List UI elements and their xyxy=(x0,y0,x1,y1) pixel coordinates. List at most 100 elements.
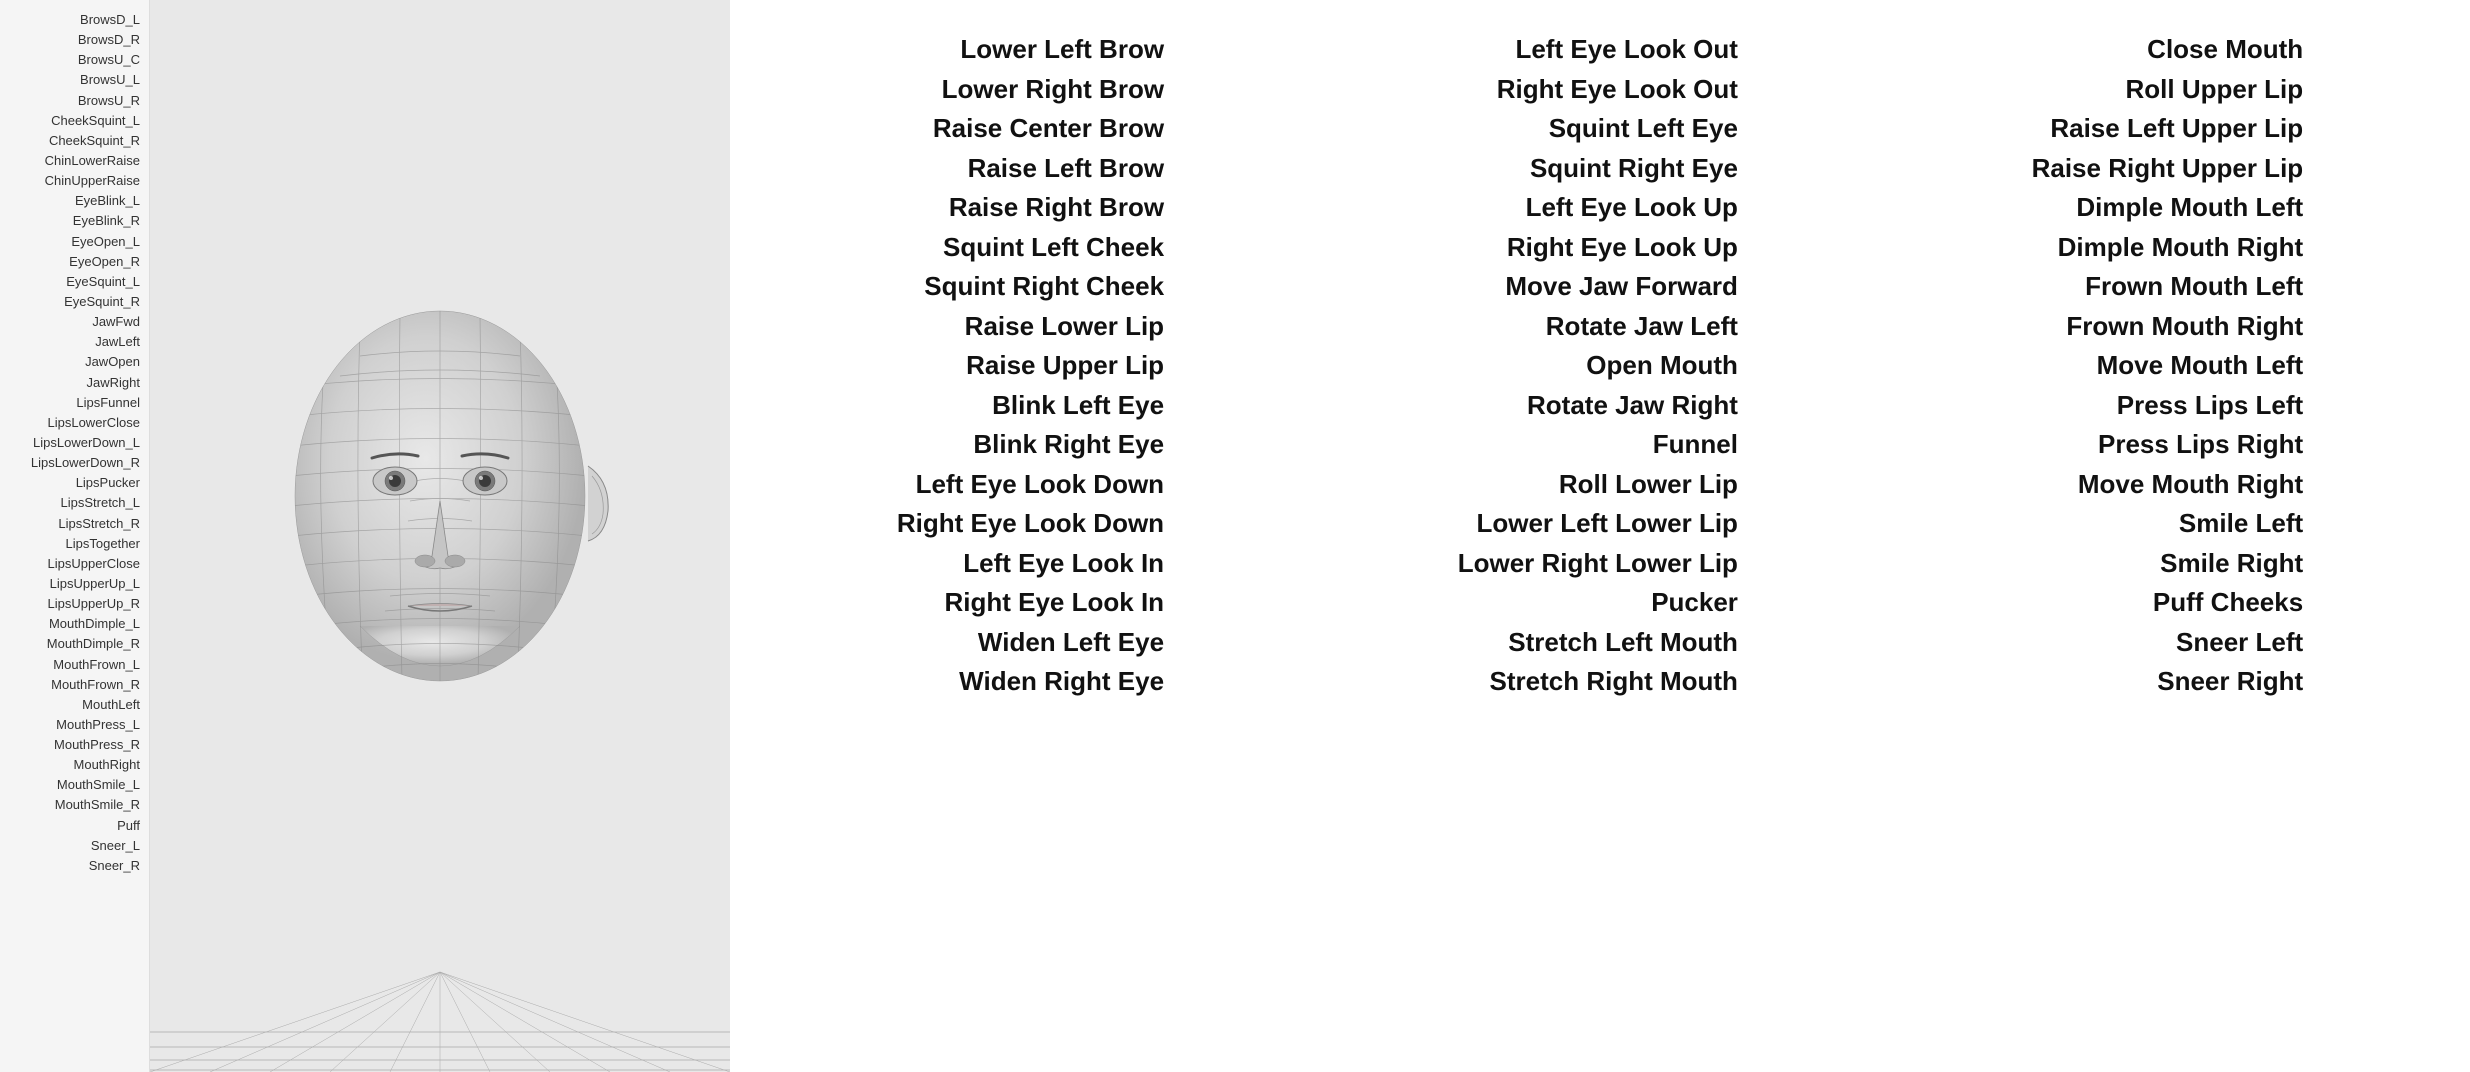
sidebar-item: EyeSquint_R xyxy=(5,292,144,312)
left-eye xyxy=(373,467,417,495)
sidebar-item: BrowsD_R xyxy=(5,30,144,50)
morph-label: Raise Right Brow xyxy=(949,188,1164,228)
sidebar-item: MouthPress_L xyxy=(5,715,144,735)
morph-label: Left Eye Look In xyxy=(963,544,1164,584)
morph-label: Smile Right xyxy=(2160,544,2303,584)
sidebar-item: EyeBlink_L xyxy=(5,191,144,211)
morph-label: Right Eye Look In xyxy=(944,583,1164,623)
morph-label: Widen Left Eye xyxy=(978,623,1164,663)
morph-label: Right Eye Look Out xyxy=(1497,70,1738,110)
sidebar-item: LipsFunnel xyxy=(5,393,144,413)
morph-column-1: Lower Left BrowLower Right BrowRaise Cen… xyxy=(867,30,1194,1042)
sidebar-item: LipsStretch_R xyxy=(5,514,144,534)
morph-label: Puff Cheeks xyxy=(2153,583,2303,623)
morph-label: Sneer Left xyxy=(2176,623,2303,663)
morph-label: Stretch Left Mouth xyxy=(1508,623,1738,663)
morph-label: Rotate Jaw Right xyxy=(1527,386,1738,426)
sidebar-item: BrowsU_L xyxy=(5,70,144,90)
sidebar-item: MouthPress_R xyxy=(5,735,144,755)
morph-label: Squint Left Cheek xyxy=(943,228,1164,268)
morph-label: Left Eye Look Down xyxy=(916,465,1164,505)
morph-label: Open Mouth xyxy=(1586,346,1738,386)
morph-label: Sneer Right xyxy=(2157,662,2303,702)
sidebar-item: CheekSquint_R xyxy=(5,131,144,151)
sidebar-item: JawOpen xyxy=(5,352,144,372)
morph-label: Left Eye Look Out xyxy=(1515,30,1737,70)
morph-label: Close Mouth xyxy=(2147,30,2303,70)
morph-panel: Lower Left BrowLower Right BrowRaise Cen… xyxy=(730,0,2470,1072)
sidebar-item: BrowsU_C xyxy=(5,50,144,70)
morph-label: Move Jaw Forward xyxy=(1505,267,1738,307)
sidebar-item: LipsLowerDown_R xyxy=(5,453,144,473)
morph-label: Blink Right Eye xyxy=(973,425,1164,465)
morph-label: Blink Left Eye xyxy=(992,386,1164,426)
sidebar-item: LipsUpperUp_R xyxy=(5,594,144,614)
sidebar-item: LipsTogether xyxy=(5,534,144,554)
sidebar-item: MouthFrown_R xyxy=(5,675,144,695)
sidebar-item: LipsUpperClose xyxy=(5,554,144,574)
morph-label: Frown Mouth Right xyxy=(2066,307,2303,347)
morph-label: Rotate Jaw Left xyxy=(1546,307,1738,347)
morph-label: Roll Upper Lip xyxy=(2126,70,2304,110)
morph-label: Right Eye Look Down xyxy=(897,504,1164,544)
sidebar-item: Sneer_R xyxy=(5,856,144,876)
morph-label: Dimple Mouth Left xyxy=(2076,188,2303,228)
sidebar-item: EyeSquint_L xyxy=(5,272,144,292)
sidebar-item: MouthLeft xyxy=(5,695,144,715)
morph-label: Lower Left Lower Lip xyxy=(1476,504,1737,544)
morph-label: Squint Right Cheek xyxy=(924,267,1164,307)
sidebar-item: LipsUpperUp_L xyxy=(5,574,144,594)
morph-label: Move Mouth Left xyxy=(2097,346,2304,386)
3d-viewport xyxy=(150,0,730,1072)
sidebar: BrowsD_LBrowsD_RBrowsU_CBrowsU_LBrowsU_R… xyxy=(0,0,150,1072)
morph-label: Lower Right Lower Lip xyxy=(1458,544,1738,584)
sidebar-item: MouthDimple_L xyxy=(5,614,144,634)
morph-column-2: Left Eye Look OutRight Eye Look OutSquin… xyxy=(1428,30,1768,1042)
right-eye xyxy=(463,467,507,495)
sidebar-item: LipsStretch_L xyxy=(5,493,144,513)
morph-label: Move Mouth Right xyxy=(2078,465,2303,505)
sidebar-item: MouthRight xyxy=(5,755,144,775)
morph-label: Raise Right Upper Lip xyxy=(2032,149,2304,189)
sidebar-item: LipsLowerDown_L xyxy=(5,433,144,453)
sidebar-item: EyeOpen_R xyxy=(5,252,144,272)
sidebar-item: EyeBlink_R xyxy=(5,211,144,231)
sidebar-item: MouthFrown_L xyxy=(5,655,144,675)
sidebar-item: JawRight xyxy=(5,373,144,393)
sidebar-item: MouthDimple_R xyxy=(5,634,144,654)
head-wireframe xyxy=(240,286,640,786)
sidebar-item: BrowsD_L xyxy=(5,10,144,30)
morph-label: Raise Center Brow xyxy=(933,109,1164,149)
morph-label: Stretch Right Mouth xyxy=(1490,662,1738,702)
morph-label: Dimple Mouth Right xyxy=(2058,228,2304,268)
morph-label: Squint Left Eye xyxy=(1549,109,1738,149)
morph-label: Pucker xyxy=(1651,583,1738,623)
morph-label: Lower Left Brow xyxy=(960,30,1164,70)
morph-label: Widen Right Eye xyxy=(959,662,1164,702)
sidebar-item: JawLeft xyxy=(5,332,144,352)
morph-label: Raise Left Brow xyxy=(968,149,1165,189)
sidebar-item: ChinUpperRaise xyxy=(5,171,144,191)
sidebar-item: CheekSquint_L xyxy=(5,111,144,131)
sidebar-item: Sneer_L xyxy=(5,836,144,856)
morph-label: Raise Lower Lip xyxy=(965,307,1164,347)
sidebar-item: JawFwd xyxy=(5,312,144,332)
morph-label: Lower Right Brow xyxy=(942,70,1164,110)
sidebar-item: EyeOpen_L xyxy=(5,232,144,252)
right-ear xyxy=(588,466,608,541)
sidebar-item: MouthSmile_L xyxy=(5,775,144,795)
morph-column-3: Close MouthRoll Upper LipRaise Left Uppe… xyxy=(2002,30,2334,1042)
morph-label: Squint Right Eye xyxy=(1530,149,1738,189)
morph-label: Raise Upper Lip xyxy=(966,346,1164,386)
morph-label: Right Eye Look Up xyxy=(1507,228,1738,268)
morph-label: Raise Left Upper Lip xyxy=(2050,109,2303,149)
sidebar-item: MouthSmile_R xyxy=(5,795,144,815)
grid-floor xyxy=(150,872,730,1072)
morph-label: Frown Mouth Left xyxy=(2085,267,2303,307)
morph-label: Left Eye Look Up xyxy=(1526,188,1738,228)
sidebar-item: Puff xyxy=(5,816,144,836)
sidebar-item: ChinLowerRaise xyxy=(5,151,144,171)
morph-label: Press Lips Left xyxy=(2117,386,2303,426)
sidebar-item: BrowsU_R xyxy=(5,91,144,111)
morph-label: Smile Left xyxy=(2179,504,2303,544)
